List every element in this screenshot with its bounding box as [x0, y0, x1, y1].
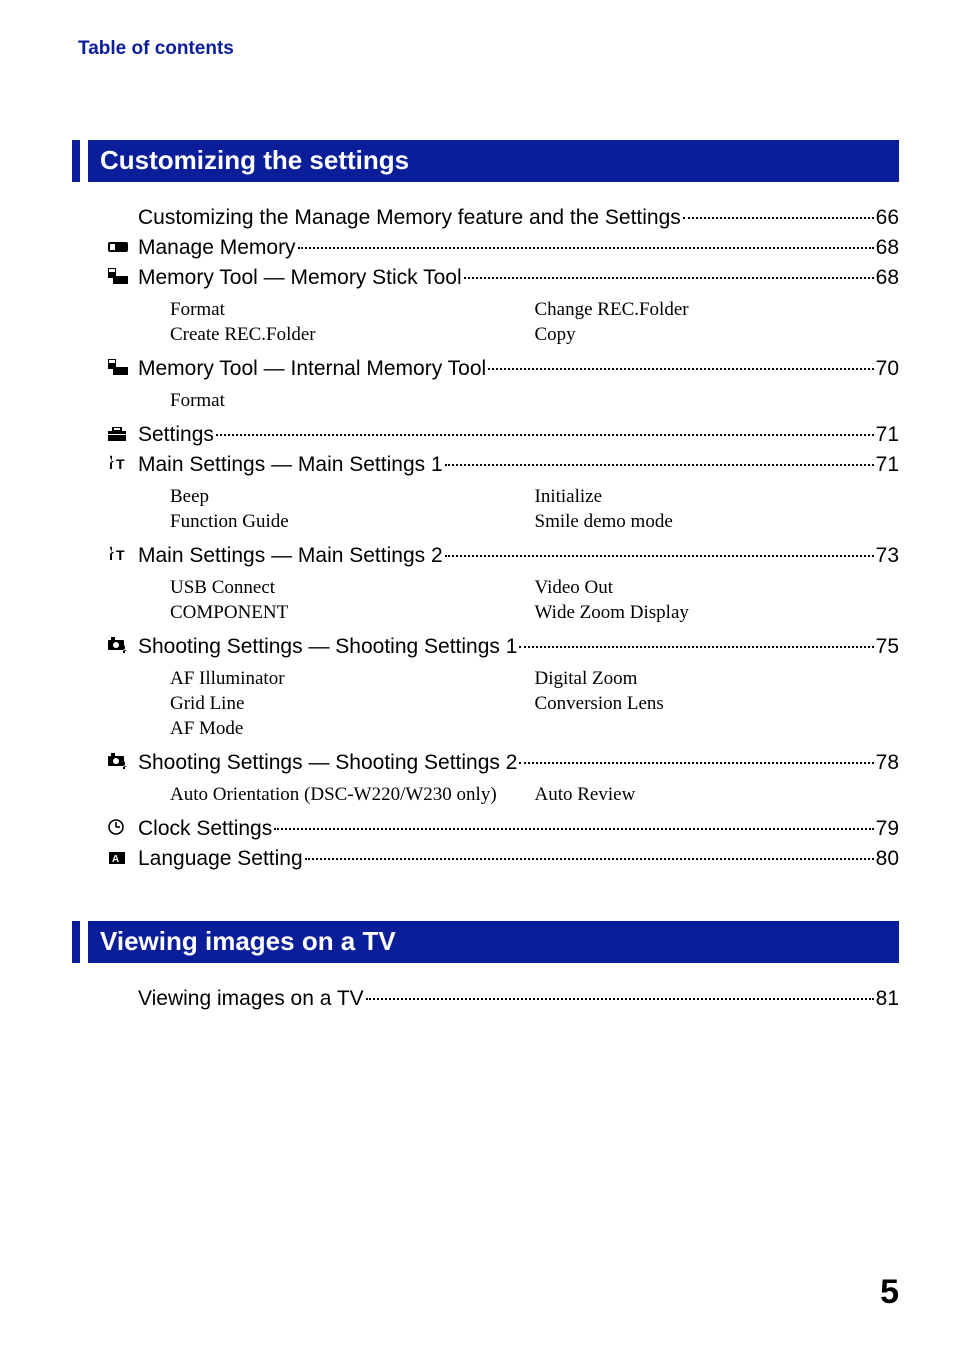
- section-body-customizing: Customizing the Manage Memory feature an…: [78, 206, 899, 871]
- toc-subitems: Beep Function Guide Initialize Smile dem…: [170, 483, 899, 536]
- toc-subitem[interactable]: Function Guide: [170, 511, 525, 533]
- shooting-settings-icon: [108, 753, 138, 769]
- toc-subitem[interactable]: Conversion Lens: [535, 693, 890, 715]
- toc-subitem[interactable]: Format: [170, 299, 525, 321]
- toc-page: 68: [876, 236, 899, 260]
- toc-entry[interactable]: A Language Setting 80: [138, 847, 899, 871]
- toc-subitem[interactable]: Format: [170, 390, 525, 412]
- toc-entry[interactable]: Viewing images on a TV 81: [138, 987, 899, 1011]
- toc-subitems: Auto Orientation (DSC-W220/W230 only) Au…: [170, 781, 899, 809]
- toc-leader: [519, 646, 873, 648]
- toc-leader: [298, 247, 874, 249]
- toc-subitem[interactable]: Create REC.Folder: [170, 324, 525, 346]
- toc-entry[interactable]: Customizing the Manage Memory feature an…: [138, 206, 899, 230]
- toc-subitem[interactable]: Beep: [170, 486, 525, 508]
- toc-label: Manage Memory: [138, 236, 296, 260]
- toc-entry[interactable]: Manage Memory 68: [138, 236, 899, 260]
- toc-subitem[interactable]: USB Connect: [170, 577, 525, 599]
- main-settings-icon: T: [108, 546, 138, 562]
- toc-label: Shooting Settings — Shooting Settings 2: [138, 751, 517, 775]
- main-settings-icon: T: [108, 455, 138, 471]
- toc-subitems: USB Connect COMPONENT Video Out Wide Zoo…: [170, 574, 899, 627]
- section-body-viewing: Viewing images on a TV 81: [78, 987, 899, 1011]
- toc-label: Language Setting: [138, 847, 303, 871]
- toc-page: 71: [876, 453, 899, 477]
- toc-label: Memory Tool — Memory Stick Tool: [138, 266, 462, 290]
- toc-label: Viewing images on a TV: [138, 987, 364, 1011]
- toc-subitem[interactable]: Grid Line: [170, 693, 525, 715]
- section-bar-accent: [72, 140, 80, 182]
- toc-subitem[interactable]: Change REC.Folder: [535, 299, 890, 321]
- shooting-settings-icon: [108, 637, 138, 653]
- toc-subitem[interactable]: Copy: [535, 324, 890, 346]
- toc-subitem[interactable]: AF Illuminator: [170, 668, 525, 690]
- toc-subitems: Format: [170, 387, 899, 415]
- svg-text:T: T: [116, 547, 125, 562]
- memory-card-icon: [108, 240, 138, 254]
- toc-entry[interactable]: T Main Settings — Main Settings 2 73: [138, 544, 899, 568]
- toc-label: Settings: [138, 423, 214, 447]
- toc-subitem[interactable]: Auto Orientation (DSC-W220/W230 only): [170, 784, 525, 806]
- toc-subitem[interactable]: Video Out: [535, 577, 890, 599]
- toc-page: 70: [876, 357, 899, 381]
- toc-label: Shooting Settings — Shooting Settings 1: [138, 635, 517, 659]
- toc-leader: [488, 368, 873, 370]
- toc-subitems: Format Create REC.Folder Change REC.Fold…: [170, 296, 899, 349]
- toc-label: Main Settings — Main Settings 1: [138, 453, 443, 477]
- toc-page: 81: [876, 987, 899, 1011]
- section-heading-customizing: Customizing the settings: [88, 140, 899, 182]
- toc-page: 66: [876, 206, 899, 230]
- clock-icon: [108, 819, 138, 835]
- page-header: Table of contents: [78, 38, 899, 60]
- toc-page: 80: [876, 847, 899, 871]
- toc-entry[interactable]: Settings 71: [138, 423, 899, 447]
- toc-page: 78: [876, 751, 899, 775]
- toc-leader: [519, 762, 873, 764]
- toc-entry[interactable]: Clock Settings 79: [138, 817, 899, 841]
- toc-subitems: AF Illuminator Grid Line AF Mode Digital…: [170, 665, 899, 743]
- toc-label: Memory Tool — Internal Memory Tool: [138, 357, 486, 381]
- toc-subitem[interactable]: AF Mode: [170, 718, 525, 740]
- toc-entry[interactable]: Memory Tool — Internal Memory Tool 70: [138, 357, 899, 381]
- toc-subitem[interactable]: Initialize: [535, 486, 890, 508]
- toc-leader: [274, 828, 873, 830]
- toc-label: Main Settings — Main Settings 2: [138, 544, 443, 568]
- toolbox-icon: [108, 427, 138, 441]
- toc-leader: [366, 998, 874, 1000]
- toc-page: 75: [876, 635, 899, 659]
- svg-text:A: A: [112, 854, 119, 865]
- toc-label: Clock Settings: [138, 817, 272, 841]
- toc-page: 71: [876, 423, 899, 447]
- toc-entry[interactable]: Shooting Settings — Shooting Settings 1 …: [138, 635, 899, 659]
- page-number: 5: [880, 1273, 899, 1312]
- memory-tool-icon: [108, 359, 138, 375]
- toc-subitem[interactable]: Digital Zoom: [535, 668, 890, 690]
- toc-page: 79: [876, 817, 899, 841]
- toc-subitem[interactable]: Auto Review: [535, 784, 890, 806]
- toc-leader: [305, 858, 874, 860]
- toc-leader: [216, 434, 874, 436]
- section-heading-viewing: Viewing images on a TV: [88, 921, 899, 963]
- toc-leader: [445, 555, 874, 557]
- toc-subitem[interactable]: Smile demo mode: [535, 511, 890, 533]
- toc-leader: [445, 464, 874, 466]
- toc-page: 73: [876, 544, 899, 568]
- toc-leader: [464, 277, 874, 279]
- toc-subitem[interactable]: COMPONENT: [170, 602, 525, 624]
- toc-leader: [683, 217, 874, 219]
- toc-entry[interactable]: Memory Tool — Memory Stick Tool 68: [138, 266, 899, 290]
- svg-text:T: T: [116, 456, 125, 471]
- language-icon: A: [108, 851, 138, 865]
- toc-page: 68: [876, 266, 899, 290]
- toc-subitem[interactable]: Wide Zoom Display: [535, 602, 890, 624]
- toc-label: Customizing the Manage Memory feature an…: [138, 206, 681, 230]
- toc-entry[interactable]: T Main Settings — Main Settings 1 71: [138, 453, 899, 477]
- toc-entry[interactable]: Shooting Settings — Shooting Settings 2 …: [138, 751, 899, 775]
- memory-tool-icon: [108, 268, 138, 284]
- section-bar-accent: [72, 921, 80, 963]
